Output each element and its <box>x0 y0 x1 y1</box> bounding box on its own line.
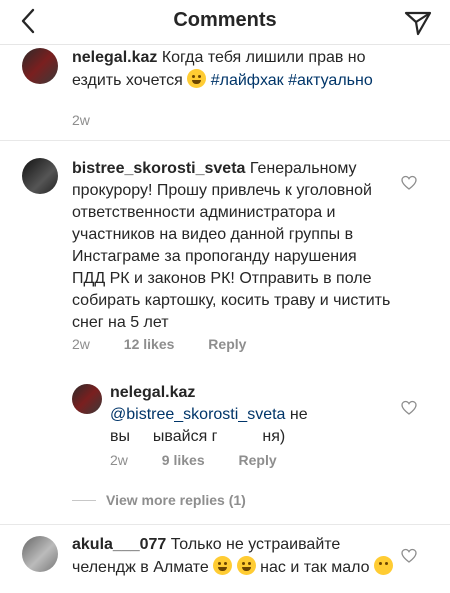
comment-meta: 2w 12 likes Reply <box>72 336 276 352</box>
comment-reply: nelegal.kaz @bistree_skorosti_sveta не в… <box>0 380 450 480</box>
page-title: Comments <box>173 9 277 31</box>
comment-text: нас и так мало <box>260 559 370 576</box>
comment-text: Генеральному прокурору! Прошу привлечь к… <box>72 160 391 331</box>
hashtag-link[interactable]: #актуально <box>288 72 373 89</box>
paper-plane-icon[interactable] <box>402 6 434 38</box>
comment-text: не <box>289 406 308 423</box>
avatar[interactable] <box>22 536 58 572</box>
laughing-emoji-icon <box>213 556 233 575</box>
mention-link[interactable]: @bistree_skorosti_sveta <box>110 406 285 423</box>
divider <box>0 524 450 525</box>
heart-icon[interactable] <box>401 175 417 191</box>
comment-time: 2w <box>72 112 90 128</box>
comment-username[interactable]: akula___077 <box>72 536 166 553</box>
comment-time: 2w <box>72 336 90 352</box>
divider <box>72 500 96 501</box>
hashtag-link[interactable]: #лайфхак <box>211 72 284 89</box>
likes-count[interactable]: 12 likes <box>124 336 175 352</box>
heart-icon[interactable] <box>401 548 417 564</box>
comment-item: akula___077 Только не устраивайте челенд… <box>0 530 450 593</box>
comment-body: nelegal.kaz Когда тебя лишили прав но ез… <box>72 47 402 92</box>
comment-meta: 2w <box>72 112 120 128</box>
divider <box>0 140 450 141</box>
comment-body: nelegal.kaz @bistree_skorosti_sveta не в… <box>110 382 400 448</box>
reply-button[interactable]: Reply <box>208 336 246 352</box>
comment-body: bistree_skorosti_sveta Генеральному прок… <box>72 158 394 334</box>
comment-username[interactable]: nelegal.kaz <box>72 49 157 66</box>
laughing-emoji-icon <box>187 69 207 88</box>
reply-button[interactable]: Reply <box>239 452 277 468</box>
comment-text: вы <box>110 428 130 445</box>
comment-username[interactable]: bistree_skorosti_sveta <box>72 160 245 177</box>
avatar[interactable] <box>72 384 102 414</box>
comment-caption: nelegal.kaz Когда тебя лишили прав но ез… <box>0 44 450 149</box>
comment-text: ывайся г <box>152 428 218 445</box>
comment-time: 2w <box>110 452 128 468</box>
view-more-replies-button[interactable]: View more replies (1) <box>106 492 246 508</box>
heart-icon[interactable] <box>401 400 417 416</box>
comment-text: ня) <box>262 428 286 445</box>
header-bar: Comments <box>0 0 450 45</box>
comment-item: bistree_skorosti_sveta Генеральному прок… <box>0 150 450 360</box>
sad-emoji-icon <box>374 556 393 575</box>
avatar[interactable] <box>22 158 58 194</box>
rofl-emoji-icon <box>236 556 256 575</box>
likes-count[interactable]: 9 likes <box>162 452 205 468</box>
avatar[interactable] <box>22 48 58 84</box>
comment-meta: 2w 9 likes Reply <box>110 452 307 468</box>
comment-body: akula___077 Только не устраивайте челенд… <box>72 534 394 579</box>
comment-username[interactable]: nelegal.kaz <box>110 384 195 401</box>
